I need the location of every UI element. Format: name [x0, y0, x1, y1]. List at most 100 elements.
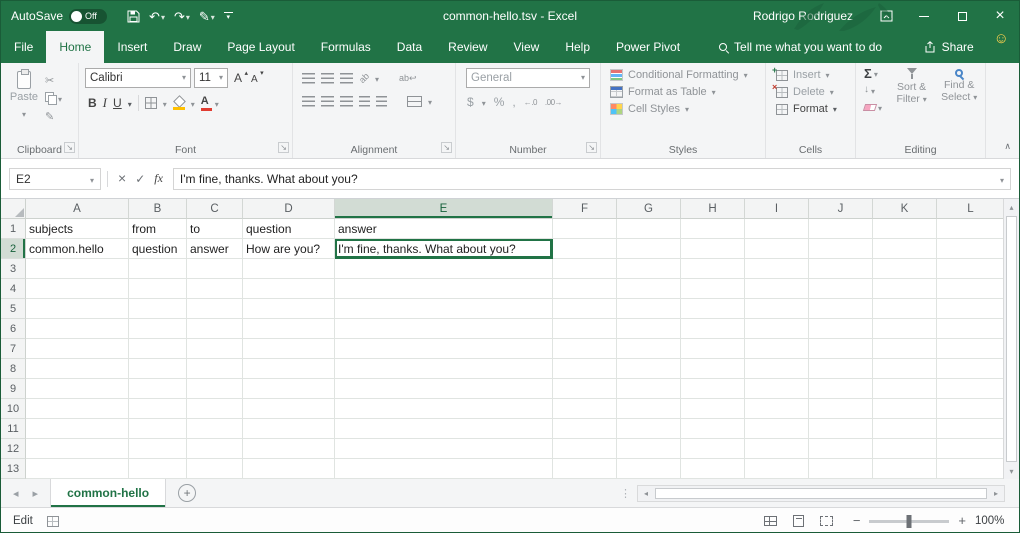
cell-K3[interactable]	[873, 259, 937, 279]
cell-B7[interactable]	[129, 339, 187, 359]
cell-K8[interactable]	[873, 359, 937, 379]
row-header-12[interactable]: 12	[1, 439, 26, 459]
font-name-combo[interactable]: Calibri	[85, 68, 191, 88]
cell-C1[interactable]: to	[187, 219, 243, 239]
cell-H9[interactable]	[681, 379, 745, 399]
feedback-smiley-icon[interactable]	[994, 31, 1009, 63]
column-header-J[interactable]: J	[809, 199, 873, 219]
cell-K2[interactable]	[873, 239, 937, 259]
borders-button[interactable]	[145, 97, 157, 109]
column-header-K[interactable]: K	[873, 199, 937, 219]
cell-H11[interactable]	[681, 419, 745, 439]
cell-G13[interactable]	[617, 459, 681, 479]
cell-I13[interactable]	[745, 459, 809, 479]
comma-button[interactable]: ,	[512, 95, 515, 109]
sheet-tab-active[interactable]: common-hello	[50, 479, 166, 507]
cell-I9[interactable]	[745, 379, 809, 399]
column-header-E[interactable]: E	[335, 199, 553, 219]
zoom-out-button[interactable]	[853, 514, 861, 528]
cell-J6[interactable]	[809, 319, 873, 339]
cell-F1[interactable]	[553, 219, 617, 239]
increase-decimal-button[interactable]	[524, 98, 537, 107]
cell-A7[interactable]	[26, 339, 129, 359]
row-header-11[interactable]: 11	[1, 419, 26, 439]
align-bottom-button[interactable]	[340, 73, 353, 84]
cell-I12[interactable]	[745, 439, 809, 459]
horizontal-scroll-thumb[interactable]	[655, 488, 987, 499]
ribbon-tab-power-pivot[interactable]: Power Pivot	[603, 31, 693, 63]
cell-I11[interactable]	[745, 419, 809, 439]
cell-C8[interactable]	[187, 359, 243, 379]
cell-G7[interactable]	[617, 339, 681, 359]
cell-E10[interactable]	[335, 399, 553, 419]
cell-C7[interactable]	[187, 339, 243, 359]
page-layout-view-button[interactable]	[793, 515, 804, 527]
align-center-button[interactable]	[321, 96, 334, 107]
column-header-B[interactable]: B	[129, 199, 187, 219]
maximize-button[interactable]	[943, 1, 981, 31]
cell-E11[interactable]	[335, 419, 553, 439]
cell-C2[interactable]: answer	[187, 239, 243, 259]
cell-J10[interactable]	[809, 399, 873, 419]
font-size-combo[interactable]: 11	[194, 68, 228, 88]
cell-J7[interactable]	[809, 339, 873, 359]
zoom-in-button[interactable]	[958, 514, 966, 528]
cell-H1[interactable]	[681, 219, 745, 239]
cell-D1[interactable]: question	[243, 219, 335, 239]
cell-H2[interactable]	[681, 239, 745, 259]
conditional-formatting-button[interactable]: Conditional Formatting	[603, 68, 763, 82]
ribbon-tab-page-layout[interactable]: Page Layout	[214, 31, 307, 63]
cell-G5[interactable]	[617, 299, 681, 319]
pen-tool-button[interactable]: ✎	[195, 3, 219, 29]
format-cells-button[interactable]: Format	[768, 102, 853, 116]
cell-F7[interactable]	[553, 339, 617, 359]
cell-F2[interactable]	[553, 239, 617, 259]
column-header-F[interactable]: F	[553, 199, 617, 219]
percent-button[interactable]: %	[494, 95, 505, 109]
cell-D7[interactable]	[243, 339, 335, 359]
orientation-button[interactable]	[357, 71, 371, 85]
cell-F6[interactable]	[553, 319, 617, 339]
cell-B4[interactable]	[129, 279, 187, 299]
cell-K5[interactable]	[873, 299, 937, 319]
font-color-button[interactable]	[201, 96, 209, 111]
row-header-10[interactable]: 10	[1, 399, 26, 419]
cell-C4[interactable]	[187, 279, 243, 299]
cell-A11[interactable]	[26, 419, 129, 439]
ribbon-tab-data[interactable]: Data	[384, 31, 435, 63]
cell-E7[interactable]	[335, 339, 553, 359]
column-header-A[interactable]: A	[26, 199, 129, 219]
cell-A2[interactable]: common.hello	[26, 239, 129, 259]
formula-input[interactable]: I'm fine, thanks. What about you?	[173, 168, 1011, 190]
cell-E13[interactable]	[335, 459, 553, 479]
format-painter-button[interactable]	[45, 109, 62, 123]
macro-record-icon[interactable]	[47, 516, 59, 527]
ribbon-tab-help[interactable]: Help	[552, 31, 603, 63]
cell-K7[interactable]	[873, 339, 937, 359]
cell-H5[interactable]	[681, 299, 745, 319]
new-sheet-button[interactable]	[178, 484, 196, 502]
find-select-button[interactable]: Find & Select	[935, 66, 983, 142]
align-middle-button[interactable]	[321, 73, 334, 84]
cell-L3[interactable]	[937, 259, 1005, 279]
cell-J1[interactable]	[809, 219, 873, 239]
format-as-table-button[interactable]: Format as Table	[603, 85, 763, 99]
cell-I10[interactable]	[745, 399, 809, 419]
cell-F4[interactable]	[553, 279, 617, 299]
cell-D6[interactable]	[243, 319, 335, 339]
minimize-button[interactable]	[905, 1, 943, 31]
select-all-corner[interactable]	[1, 199, 26, 219]
cell-L2[interactable]	[937, 239, 1005, 259]
cell-G2[interactable]	[617, 239, 681, 259]
cell-B9[interactable]	[129, 379, 187, 399]
currency-button[interactable]: $	[467, 95, 474, 109]
align-right-button[interactable]	[340, 96, 353, 107]
fill-button[interactable]	[864, 83, 888, 97]
grow-font-button[interactable]	[231, 71, 245, 85]
column-header-G[interactable]: G	[617, 199, 681, 219]
ribbon-tab-home[interactable]: Home	[46, 31, 104, 63]
cell-F9[interactable]	[553, 379, 617, 399]
tab-split-handle[interactable]	[620, 487, 631, 500]
cell-G11[interactable]	[617, 419, 681, 439]
ribbon-tab-insert[interactable]: Insert	[104, 31, 160, 63]
